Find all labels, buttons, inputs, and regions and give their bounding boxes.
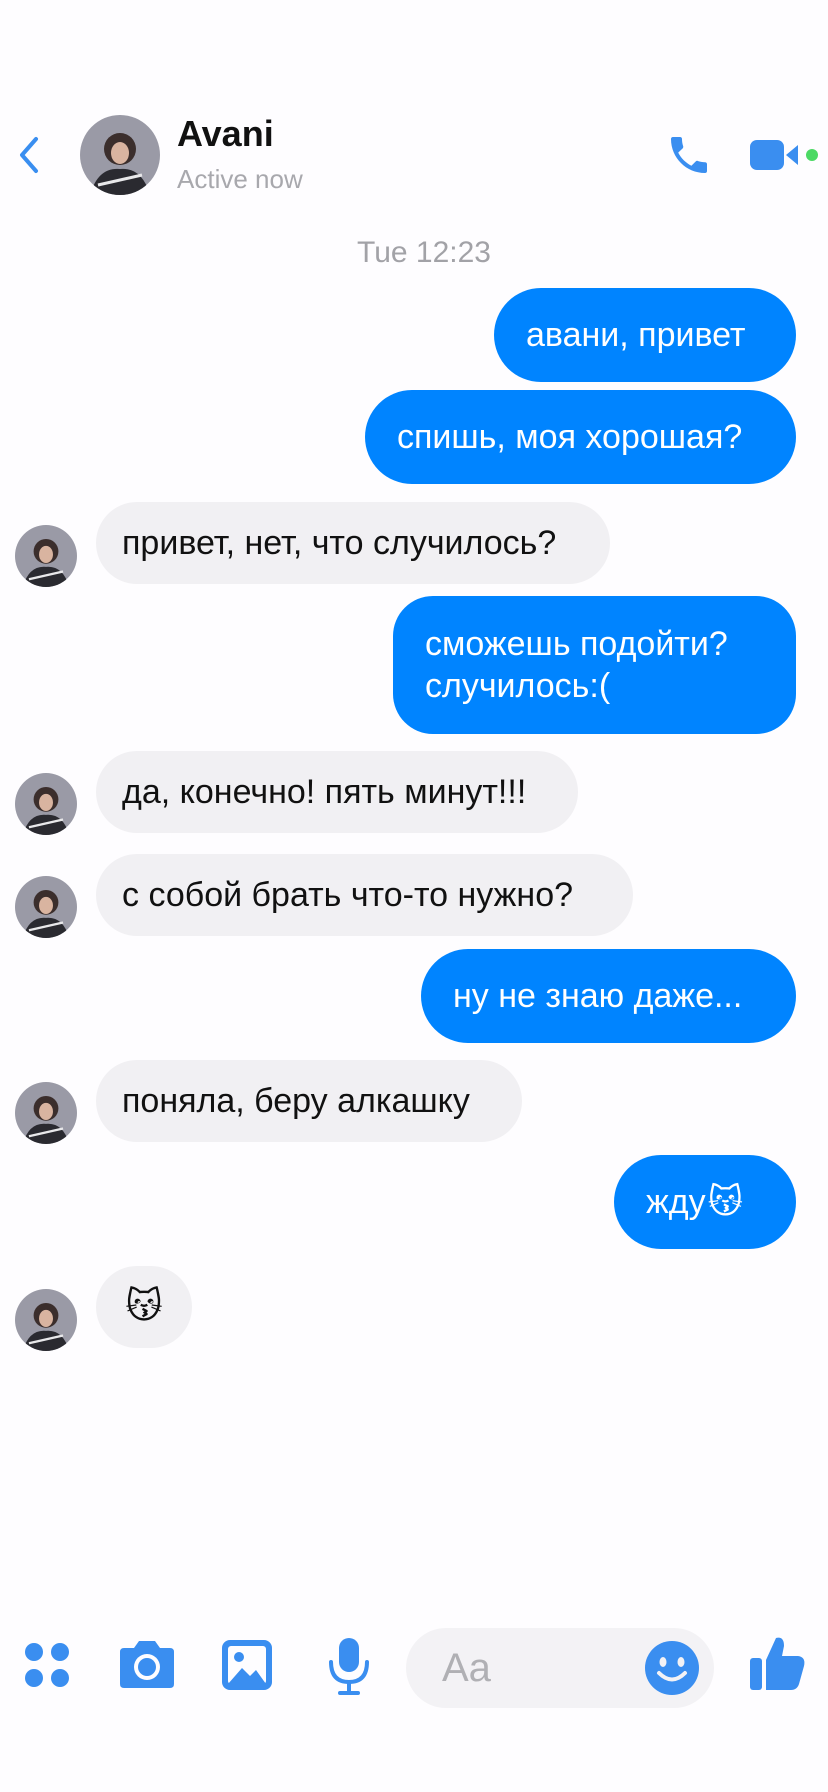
message-outgoing[interactable]: ну не знаю даже... — [421, 949, 796, 1043]
message-text: ну не знаю даже... — [453, 977, 743, 1015]
message-outgoing[interactable]: спишь, моя хорошая? — [365, 390, 796, 484]
contact-avatar-small — [15, 1082, 77, 1144]
message-outgoing[interactable]: авани, привет — [494, 288, 796, 382]
video-camera-icon — [750, 140, 818, 170]
contact-avatar-small — [15, 525, 77, 587]
contact-avatar-small — [15, 876, 77, 938]
message-outgoing[interactable]: сможешь подойти? случилось:( — [393, 596, 796, 734]
message-text: поняла, беру алкашку — [122, 1082, 470, 1120]
message-composer[interactable] — [406, 1628, 714, 1708]
conversation-timestamp: Tue 12:23 — [357, 236, 491, 269]
message-text: спишь, моя хорошая? — [397, 418, 743, 456]
message-line: сможешь подойти? — [425, 625, 728, 663]
camera-button[interactable] — [116, 1638, 178, 1692]
message-incoming[interactable]: привет, нет, что случилось? — [96, 502, 610, 584]
kissing-cat-emoji: 😽 — [125, 1286, 163, 1327]
contact-avatar-small — [15, 1289, 77, 1351]
message-text: да, конечно! пять минут!!! — [122, 773, 527, 811]
message-input[interactable] — [442, 1646, 622, 1690]
microphone-icon — [329, 1638, 369, 1695]
kissing-cat-emoji: 😽 — [707, 1182, 744, 1222]
thumbs-up-icon — [750, 1637, 805, 1690]
emoji-button[interactable] — [644, 1640, 700, 1696]
message-text: жду — [646, 1183, 706, 1221]
apps-grid-icon — [25, 1643, 69, 1687]
conversation-header: Avani Active now — [0, 95, 828, 205]
contact-avatar[interactable] — [80, 115, 160, 195]
back-chevron-icon — [20, 137, 38, 173]
message-text: сможешь подойти? случилось:( — [425, 623, 728, 707]
message-line: случилось:( — [425, 667, 611, 705]
contact-name[interactable]: Avani — [177, 113, 274, 155]
like-button[interactable] — [746, 1632, 808, 1694]
message-incoming[interactable]: поняла, беру алкашку — [96, 1060, 522, 1142]
photo-gallery-icon — [222, 1640, 272, 1690]
active-status: Active now — [177, 164, 303, 194]
message-incoming[interactable]: да, конечно! пять минут!!! — [96, 751, 578, 833]
message-outgoing[interactable]: жду 😽 — [614, 1155, 796, 1249]
back-button[interactable] — [14, 135, 48, 175]
apps-button[interactable] — [22, 1640, 72, 1690]
emoji-smile-icon — [645, 1641, 699, 1695]
message-incoming[interactable]: с собой брать что-то нужно? — [96, 854, 633, 936]
video-call-button[interactable] — [748, 135, 820, 175]
voice-message-button[interactable] — [326, 1636, 372, 1696]
message-text: привет, нет, что случилось? — [122, 524, 557, 562]
gallery-button[interactable] — [220, 1638, 274, 1692]
message-text: авани, привет — [526, 316, 746, 354]
phone-icon — [671, 137, 707, 173]
contact-avatar-small — [15, 773, 77, 835]
camera-icon — [120, 1641, 174, 1688]
message-text: с собой брать что-то нужно? — [122, 876, 574, 914]
message-incoming[interactable]: 😽 — [96, 1266, 192, 1348]
audio-call-button[interactable] — [665, 131, 713, 179]
